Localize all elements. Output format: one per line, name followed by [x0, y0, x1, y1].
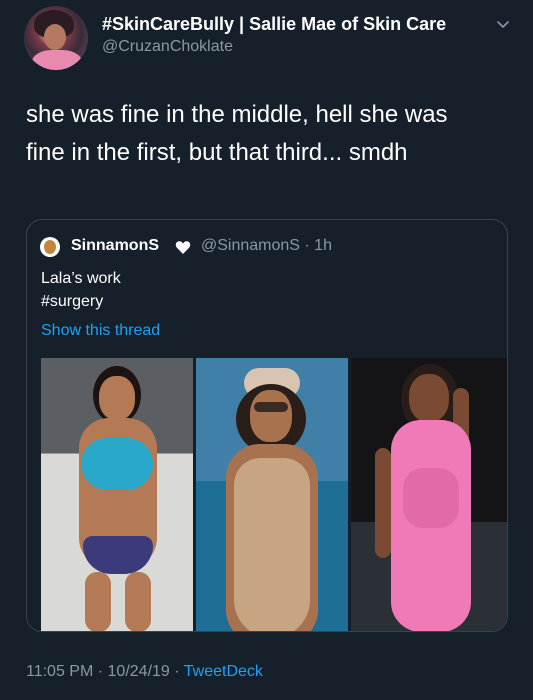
- tweet-text: she was fine in the middle, hell she was…: [26, 96, 516, 172]
- quoted-author-handle-time: @SinnamonS · 1h: [201, 237, 332, 254]
- photo-1[interactable]: [41, 358, 193, 631]
- author-avatar[interactable]: [24, 6, 88, 70]
- chevron-down-icon[interactable]: [496, 18, 510, 32]
- author-handle[interactable]: @CruzanChoklate: [102, 38, 233, 56]
- quoted-hashtag[interactable]: #surgery: [41, 293, 103, 311]
- tweet-time: 11:05 PM: [26, 663, 94, 680]
- quoted-author-name: SinnamonS: [71, 237, 160, 254]
- separator: ·: [97, 663, 104, 680]
- photo-grid: [41, 358, 507, 631]
- tweet-date: 10/24/19: [107, 663, 170, 680]
- tweet-timestamp: 11:05 PM · 10/24/19 · TweetDeck: [26, 663, 263, 681]
- tweet-text-line-1: she was fine in the middle, hell she was: [26, 101, 448, 128]
- separator: ·: [174, 663, 180, 680]
- tweet-source-link[interactable]: TweetDeck: [184, 663, 263, 680]
- photo-3[interactable]: [351, 358, 507, 631]
- quoted-text-line-1: Lala’s work: [41, 270, 121, 287]
- heart-icon: [175, 241, 191, 254]
- quoted-author-avatar: [40, 237, 60, 257]
- quoted-tweet-card[interactable]: SinnamonS @SinnamonS · 1h Lala’s work #s…: [26, 219, 508, 632]
- show-thread-link[interactable]: Show this thread: [41, 322, 160, 340]
- author-display-name[interactable]: #SkinCareBully | Sallie Mae of Skin Care: [102, 14, 446, 35]
- tweet-text-line-2: fine in the first, but that third... smd…: [26, 139, 408, 166]
- photo-2[interactable]: [196, 358, 348, 631]
